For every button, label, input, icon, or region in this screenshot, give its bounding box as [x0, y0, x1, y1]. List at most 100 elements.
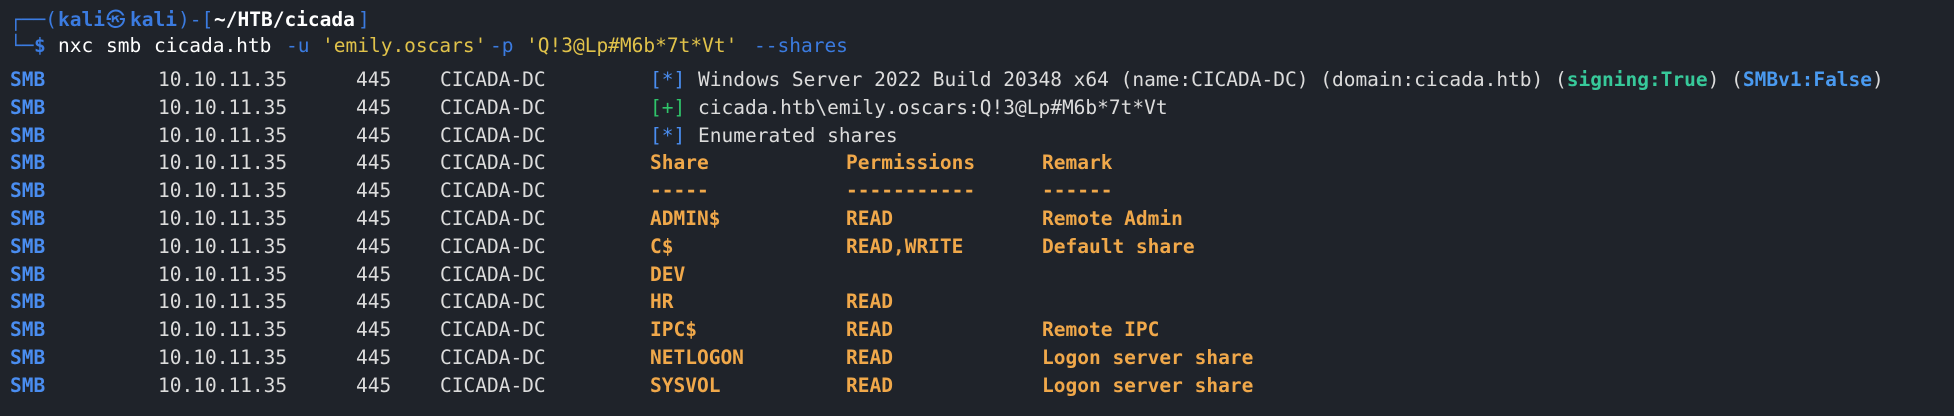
row-host: CICADA-DC — [440, 373, 546, 397]
table-separator: ----- — [650, 179, 709, 203]
row-port: 445 — [356, 262, 392, 286]
share-permissions: READ — [846, 318, 893, 342]
row-proto: SMB — [10, 373, 46, 397]
row-port: 445 — [356, 95, 392, 119]
auth-result: cicada.htb\emily.oscars:Q!3@Lp#M6b*7t*Vt — [698, 95, 1168, 119]
prompt-line-1: ┌──( kali ㉿ kali )-[ ~/HTB/cicada ] — [0, 6, 370, 34]
row-host: CICADA-DC — [440, 207, 546, 230]
row-proto: SMB — [10, 68, 46, 91]
table-header-remark: Remark — [1042, 151, 1113, 175]
command-tool: nxc — [58, 34, 94, 57]
info-os-text: Windows Server 2022 Build 20348 x64 (nam… — [698, 68, 1567, 91]
share-remark: Default share — [1042, 234, 1195, 258]
row-proto: SMB — [10, 95, 46, 119]
row-proto: SMB — [10, 151, 46, 175]
prompt-separator: )-[ — [178, 8, 214, 31]
command-user-value: 'emily.oscars' — [322, 34, 487, 57]
prompt-user: kali — [58, 8, 105, 31]
row-port: 445 — [356, 234, 392, 258]
row-ip: 10.10.11.35 — [158, 318, 288, 342]
command-pass-value: 'Q!3@Lp#M6b*7t*Vt' — [526, 34, 738, 57]
share-permissions: READ,WRITE — [846, 234, 964, 258]
share-remark: Remote IPC — [1042, 318, 1160, 342]
share-permissions: READ — [846, 373, 893, 397]
row-host: CICADA-DC — [440, 234, 546, 258]
row-ip: 10.10.11.35 — [158, 346, 288, 369]
row-host: CICADA-DC — [440, 262, 546, 286]
table-separator: ----------- — [846, 179, 976, 203]
prompt-path-close: ] — [358, 8, 370, 31]
row-port: 445 — [356, 346, 392, 369]
row-proto: SMB — [10, 290, 46, 314]
share-name: C$ — [650, 234, 674, 258]
command-target: cicada.htb — [154, 34, 272, 57]
prompt-corner-bottom: └─ — [10, 34, 34, 57]
row-host: CICADA-DC — [440, 179, 546, 203]
row-host: CICADA-DC — [440, 68, 546, 91]
prompt-corner: ┌──( — [10, 8, 57, 31]
command-proto: smb — [106, 34, 142, 57]
row-port: 445 — [356, 290, 392, 314]
row-port: 445 — [356, 68, 392, 91]
row-proto: SMB — [10, 123, 46, 147]
info-text-1: Windows Server 2022 Build 20348 x64 (nam… — [698, 66, 1884, 94]
row-host: CICADA-DC — [440, 95, 546, 119]
info-marker: [*] — [650, 68, 686, 91]
row-port: 445 — [356, 179, 392, 203]
row-host: CICADA-DC — [440, 318, 546, 342]
row-host: CICADA-DC — [440, 346, 546, 369]
row-proto: SMB — [10, 179, 46, 203]
share-permissions: READ — [846, 207, 893, 230]
row-port: 445 — [356, 151, 392, 175]
row-ip: 10.10.11.35 — [158, 373, 288, 397]
info-mid: ) ( — [1707, 68, 1743, 91]
share-name: HR — [650, 290, 674, 314]
row-proto: SMB — [10, 207, 46, 230]
row-ip: 10.10.11.35 — [158, 151, 288, 175]
prompt-dollar: $ — [34, 34, 46, 57]
row-host: CICADA-DC — [440, 151, 546, 175]
row-ip: 10.10.11.35 — [158, 290, 288, 314]
info-marker: [*] — [650, 123, 686, 147]
enum-status: Enumerated shares — [698, 123, 898, 147]
row-port: 445 — [356, 123, 392, 147]
share-name: SYSVOL — [650, 373, 721, 397]
prompt-path: ~/HTB/cicada — [214, 8, 355, 31]
row-proto: SMB — [10, 234, 46, 258]
share-name: DEV — [650, 262, 686, 286]
row-port: 445 — [356, 207, 392, 230]
share-name: NETLOGON — [650, 346, 744, 369]
share-permissions: READ — [846, 290, 893, 314]
row-ip: 10.10.11.35 — [158, 207, 288, 230]
info-marker-success: [+] — [650, 95, 686, 119]
signing-status: signing:True — [1566, 68, 1708, 91]
row-ip: 10.10.11.35 — [158, 234, 288, 258]
share-name: IPC$ — [650, 318, 697, 342]
row-port: 445 — [356, 318, 392, 342]
command-user-flag: -u — [286, 34, 310, 57]
row-host: CICADA-DC — [440, 123, 546, 147]
info-end: ) — [1872, 68, 1884, 91]
table-separator: ------ — [1042, 179, 1113, 203]
row-proto: SMB — [10, 346, 46, 369]
share-remark: Logon server share — [1042, 346, 1254, 369]
row-proto: SMB — [10, 318, 46, 342]
share-remark: Logon server share — [1042, 373, 1254, 397]
row-host: CICADA-DC — [440, 290, 546, 314]
terminal-window[interactable]: ┌──( kali ㉿ kali )-[ ~/HTB/cicada ] └─ $… — [0, 0, 1954, 416]
row-ip: 10.10.11.35 — [158, 68, 288, 91]
row-ip: 10.10.11.35 — [158, 262, 288, 286]
command-shares-flag: --shares — [754, 34, 848, 57]
row-ip: 10.10.11.35 — [158, 95, 288, 119]
command-pass-flag: -p — [490, 34, 514, 57]
command-line[interactable]: └─ $ nxc smb cicada.htb -u 'emily.oscars… — [0, 32, 848, 60]
share-remark: Remote Admin — [1042, 207, 1183, 230]
row-proto: SMB — [10, 262, 46, 286]
smbv1-status: SMBv1:False — [1742, 68, 1873, 91]
share-permissions: READ — [846, 346, 893, 369]
table-header-share: Share — [650, 151, 709, 175]
share-name: ADMIN$ — [650, 207, 721, 230]
prompt-symbol-icon: ㉿ — [106, 8, 126, 31]
row-ip: 10.10.11.35 — [158, 179, 288, 203]
row-port: 445 — [356, 373, 392, 397]
